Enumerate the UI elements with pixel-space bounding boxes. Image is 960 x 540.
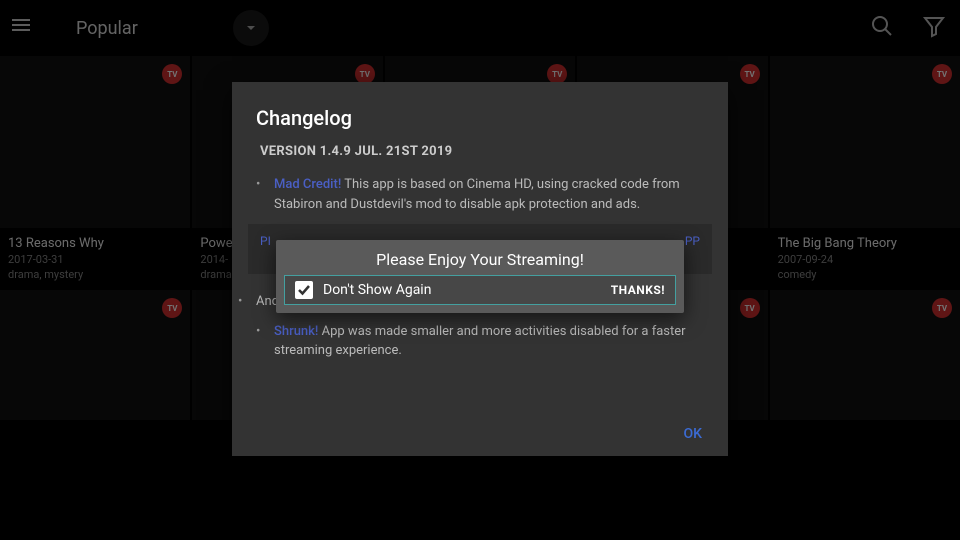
changelog-version: VERSION 1.4.9 JUL. 21ST 2019 [232,144,728,165]
popup-title: Please Enjoy Your Streaming! [276,240,684,275]
thanks-button[interactable]: THANKS! [611,283,665,297]
check-icon [297,283,311,297]
changelog-entry: Shrunk! App was made smaller and more ac… [274,322,704,361]
ok-button[interactable]: OK [684,426,703,442]
popup-row: Don't Show Again THANKS! [284,275,676,305]
changelog-highlight: Mad Credit! [274,177,341,192]
changelog-highlight: Shrunk! [274,324,318,339]
enjoy-popup: Please Enjoy Your Streaming! Don't Show … [276,240,684,313]
changelog-entry: Mad Credit! This app is based on Cinema … [274,175,704,214]
changelog-title: Changelog [232,106,728,144]
dont-show-checkbox[interactable] [295,281,313,299]
checkbox-label: Don't Show Again [323,282,611,298]
